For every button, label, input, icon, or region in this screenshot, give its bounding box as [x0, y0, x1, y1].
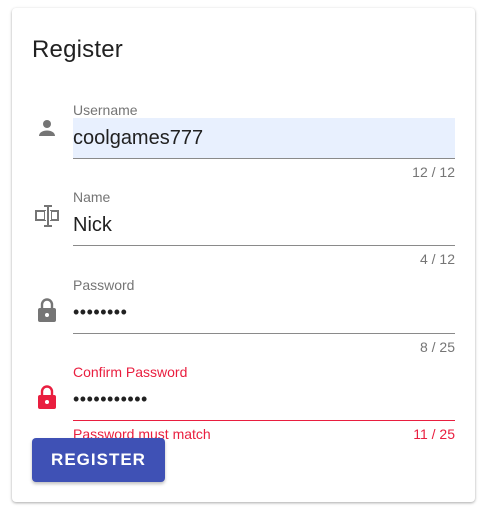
confirm-password-value: •••••••••••: [73, 389, 148, 409]
password-counter: 8 / 25: [419, 339, 455, 355]
confirm-password-label: Confirm Password: [73, 364, 188, 380]
confirm-password-counter: 11 / 25: [413, 426, 455, 442]
username-counter: 12 / 12: [412, 164, 455, 180]
name-value: Nick: [73, 214, 112, 236]
password-underline: [73, 333, 455, 334]
password-input[interactable]: ••••••••: [73, 293, 455, 333]
person-icon: [34, 115, 60, 141]
username-input[interactable]: coolgames777: [73, 118, 455, 158]
name-input[interactable]: Nick: [73, 205, 455, 245]
username-value: coolgames777: [73, 127, 204, 149]
confirm-password-input[interactable]: •••••••••••: [73, 380, 455, 420]
name-field: Name Nick 4 / 12: [12, 189, 475, 271]
confirm-password-field: Confirm Password ••••••••••• Password mu…: [12, 364, 475, 446]
password-label: Password: [73, 277, 135, 293]
password-field: Password •••••••• 8 / 25: [12, 277, 475, 359]
name-counter: 4 / 12: [419, 251, 455, 267]
name-label: Name: [73, 189, 111, 205]
text-cursor-icon: [34, 203, 60, 229]
username-label: Username: [73, 102, 138, 118]
username-field: Username coolgames777 12 / 12: [12, 102, 475, 184]
password-value: ••••••••: [73, 302, 128, 322]
form-title: Register: [32, 36, 123, 63]
lock-icon: [34, 384, 60, 410]
register-card: Register Username coolgames777 12 / 12 N…: [12, 8, 475, 502]
username-underline: [73, 158, 455, 159]
register-button[interactable]: REGISTER: [32, 438, 165, 482]
lock-icon: [34, 297, 60, 323]
name-underline: [73, 245, 455, 246]
confirm-password-underline: [73, 420, 455, 421]
